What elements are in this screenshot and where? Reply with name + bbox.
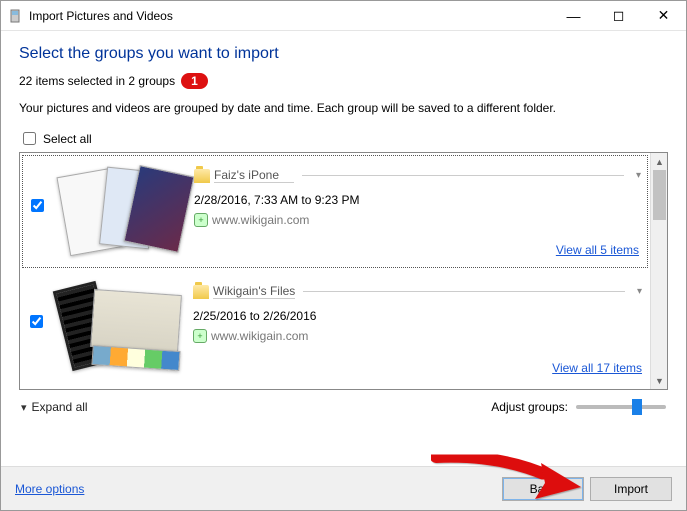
maximize-button[interactable]: ◻ [596,1,641,30]
expand-all-toggle[interactable]: ▾ Expand all [21,400,88,414]
slider-thumb[interactable] [632,399,642,415]
adjust-groups-control: Adjust groups: [491,400,666,414]
group-info: Wikigain's Files ▾ 2/25/2016 to 2/26/201… [193,280,642,343]
select-all-label: Select all [43,132,92,146]
adjust-groups-slider[interactable] [576,405,666,409]
selection-status-row: 22 items selected in 2 groups 1 [19,73,668,89]
below-list-row: ▾ Expand all Adjust groups: [19,400,668,414]
groups-list-panel: Faiz's iPone ▾ 2/28/2016, 7:33 AM to 9:2… [19,152,668,390]
group-date-range: 2/28/2016, 7:33 AM to 9:23 PM [194,193,641,207]
window-controls: — ◻ ✕ [551,1,686,30]
expand-all-label: Expand all [32,400,88,414]
grouping-description: Your pictures and videos are grouped by … [19,101,668,115]
group-tag-input[interactable]: www.wikigain.com [212,213,309,227]
content-area: Select the groups you want to import 22 … [1,31,686,414]
name-underline [303,291,625,292]
group-info: Faiz's iPone ▾ 2/28/2016, 7:33 AM to 9:2… [194,164,641,227]
group-checkbox[interactable] [31,199,44,212]
view-all-link[interactable]: View all 17 items [552,361,642,375]
close-button[interactable]: ✕ [641,1,686,30]
name-underline [302,175,624,176]
window-title: Import Pictures and Videos [29,9,173,23]
groups-list-body: Faiz's iPone ▾ 2/28/2016, 7:33 AM to 9:2… [20,153,650,389]
selection-status: 22 items selected in 2 groups [19,74,175,88]
app-icon [9,9,23,23]
footer-bar: More options Back Import [1,466,686,510]
footer-buttons: Back Import [502,477,672,501]
folder-icon [194,169,210,183]
group-name-row: Faiz's iPone ▾ [194,168,641,187]
import-button[interactable]: Import [590,477,672,501]
group-checkbox[interactable] [30,315,43,328]
tag-icon: + [193,329,207,343]
group-thumbnails [53,164,188,259]
chevron-down-icon: ▾ [21,401,27,414]
view-all-link[interactable]: View all 5 items [556,243,639,257]
scroll-down-arrow-icon[interactable]: ▼ [651,372,668,389]
select-all-checkbox[interactable] [23,132,36,145]
group-thumbnails [52,280,187,375]
group-date-range: 2/25/2016 to 2/26/2016 [193,309,642,323]
group-tag-input[interactable]: www.wikigain.com [211,329,308,343]
annotation-badge-1: 1 [181,73,208,89]
scroll-thumb[interactable] [653,170,666,220]
chevron-down-icon[interactable]: ▾ [628,170,641,181]
group-name-row: Wikigain's Files ▾ [193,284,642,303]
chevron-down-icon[interactable]: ▾ [629,286,642,297]
title-bar: Import Pictures and Videos — ◻ ✕ [1,1,686,31]
group-row[interactable]: Faiz's iPone ▾ 2/28/2016, 7:33 AM to 9:2… [22,155,648,268]
group-row[interactable]: Wikigain's Files ▾ 2/25/2016 to 2/26/201… [20,270,650,385]
page-heading: Select the groups you want to import [19,45,668,63]
select-all-row[interactable]: Select all [19,129,668,148]
minimize-button[interactable]: — [551,1,596,30]
group-name-input[interactable]: Faiz's iPone [214,168,294,183]
group-tag-row: + www.wikigain.com [193,329,642,343]
thumbnail-image [90,289,182,353]
folder-icon [193,285,209,299]
group-name-input[interactable]: Wikigain's Files [213,284,295,299]
vertical-scrollbar[interactable]: ▲ ▼ [650,153,667,389]
tag-icon: + [194,213,208,227]
more-options-link[interactable]: More options [15,482,84,496]
back-button[interactable]: Back [502,477,584,501]
group-tag-row: + www.wikigain.com [194,213,641,227]
adjust-groups-label: Adjust groups: [491,400,568,414]
scroll-up-arrow-icon[interactable]: ▲ [651,153,668,170]
